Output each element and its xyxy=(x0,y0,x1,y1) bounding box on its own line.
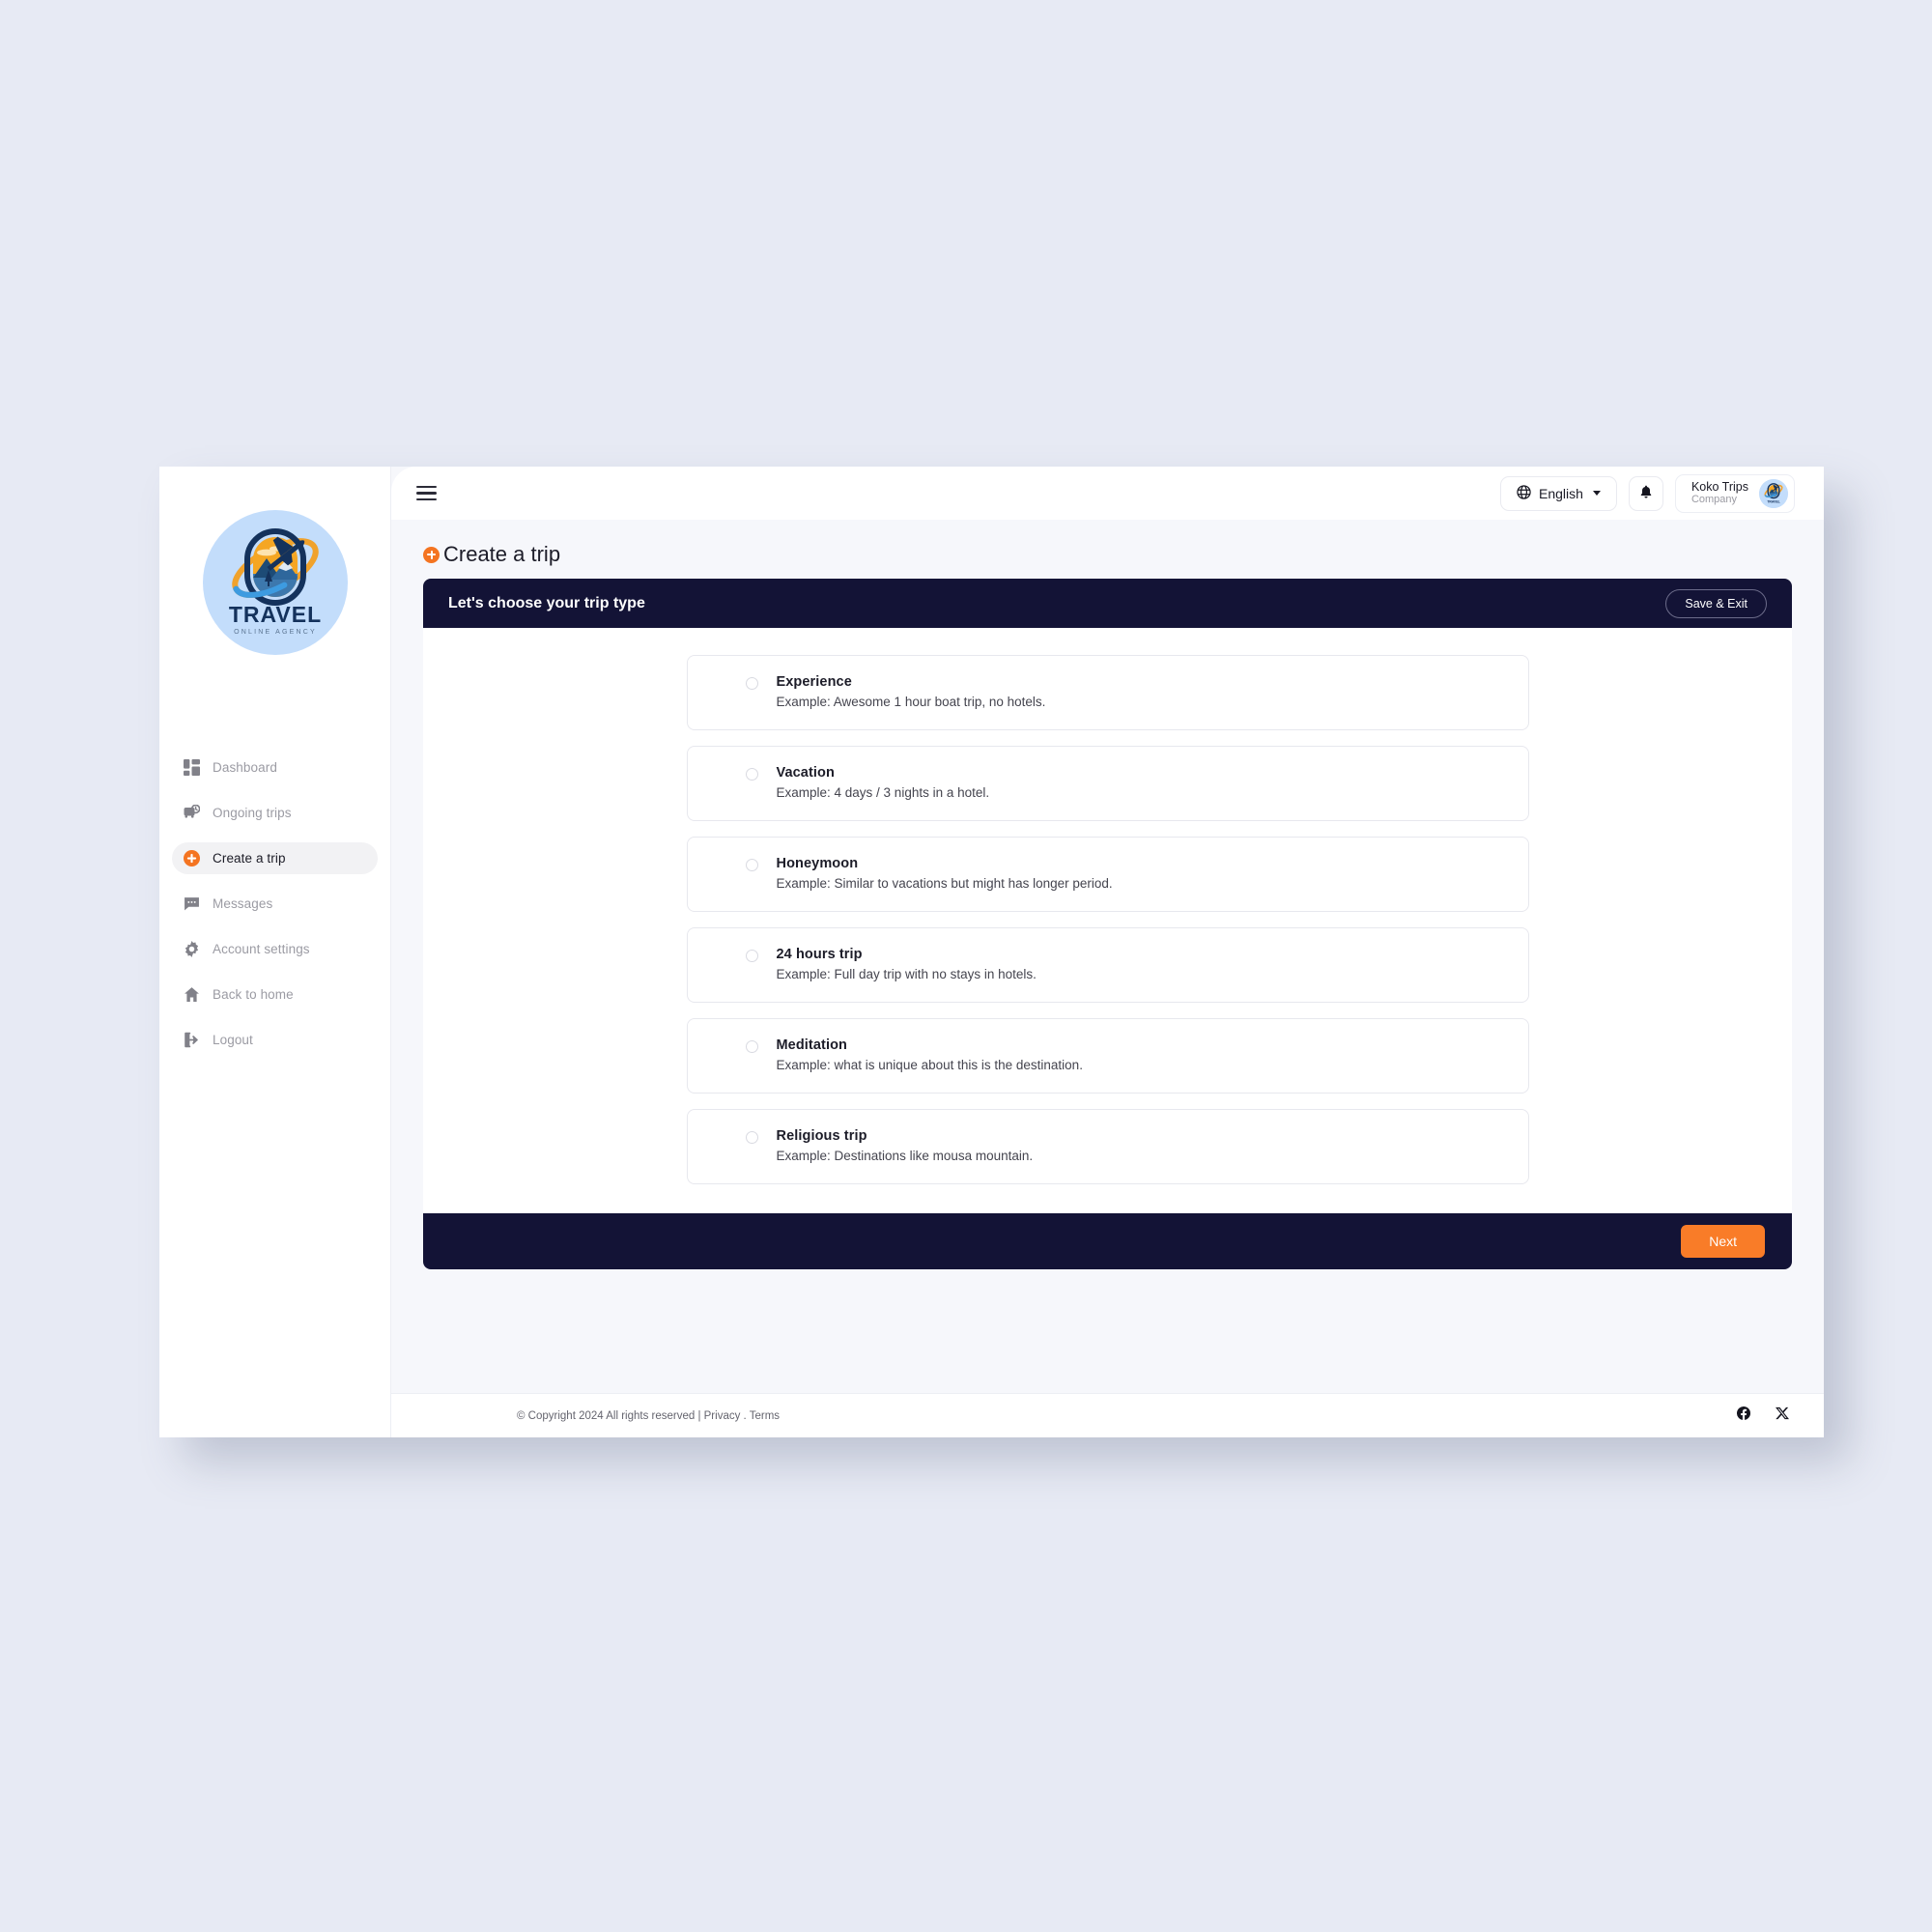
bell-icon xyxy=(1639,485,1653,501)
sidebar-item-back-to-home[interactable]: Back to home xyxy=(172,979,378,1010)
hamburger-icon[interactable] xyxy=(416,485,437,501)
option-description: Example: Full day trip with no stays in … xyxy=(776,967,1037,981)
message-icon xyxy=(184,895,200,912)
facebook-icon[interactable] xyxy=(1737,1406,1750,1425)
copyright-text: © Copyright 2024 All rights reserved | P… xyxy=(517,1409,781,1422)
sidebar-logo: TRAVEL ONLINE AGENCY xyxy=(202,510,348,655)
profile-name: Koko Trips xyxy=(1690,479,1748,494)
svg-text:TRAVEL: TRAVEL xyxy=(1767,499,1779,503)
trip-type-option-24-hours-trip[interactable]: 24 hours trip Example: Full day trip wit… xyxy=(686,927,1529,1003)
company-logo-avatar-icon: TRAVEL xyxy=(1759,478,1788,508)
next-button[interactable]: Next xyxy=(1681,1225,1765,1258)
wizard-footer: Next xyxy=(423,1213,1792,1269)
option-description: Example: Awesome 1 hour boat trip, no ho… xyxy=(776,695,1046,709)
main-content: English Koko Trips Company TRAVEL Create… xyxy=(391,467,1824,1437)
plus-circle-icon xyxy=(184,850,200,867)
sidebar-nav: Dashboard Ongoing trips Create a trip Me… xyxy=(159,752,390,1056)
trip-type-option-honeymoon[interactable]: Honeymoon Example: Similar to vacations … xyxy=(686,837,1529,912)
sidebar-item-label: Messages xyxy=(213,896,273,911)
trip-type-option-experience[interactable]: Experience Example: Awesome 1 hour boat … xyxy=(686,655,1529,730)
avatar: TRAVEL xyxy=(1759,478,1788,508)
sidebar-item-messages[interactable]: Messages xyxy=(172,888,378,920)
profile-role: Company xyxy=(1690,494,1738,506)
option-title: Experience xyxy=(776,674,852,690)
gear-icon xyxy=(184,941,200,957)
svg-text:ONLINE AGENCY: ONLINE AGENCY xyxy=(234,629,317,636)
option-title: Honeymoon xyxy=(776,856,859,871)
sidebar-item-logout[interactable]: Logout xyxy=(172,1024,378,1056)
radio-button[interactable] xyxy=(745,677,758,690)
sidebar-item-ongoing-trips[interactable]: Ongoing trips xyxy=(172,797,378,829)
sidebar-item-label: Account settings xyxy=(213,942,310,956)
svg-text:TRAVEL: TRAVEL xyxy=(228,602,321,627)
trip-type-options-list: Experience Example: Awesome 1 hour boat … xyxy=(423,628,1792,1213)
option-title: Meditation xyxy=(776,1037,847,1053)
x-twitter-icon[interactable] xyxy=(1776,1406,1789,1425)
sidebar-item-label: Create a trip xyxy=(213,851,286,866)
page-footer: © Copyright 2024 All rights reserved | P… xyxy=(391,1393,1824,1437)
trip-type-option-religious-trip[interactable]: Religious trip Example: Destinations lik… xyxy=(686,1109,1529,1184)
page-title-text: Create a trip xyxy=(443,542,561,566)
sidebar-item-create-a-trip[interactable]: Create a trip xyxy=(172,842,378,874)
logout-icon xyxy=(184,1032,200,1048)
sidebar-item-label: Logout xyxy=(213,1033,253,1047)
option-text: Religious trip Example: Destinations lik… xyxy=(777,1128,1034,1165)
option-text: Vacation Example: 4 days / 3 nights in a… xyxy=(777,765,990,802)
trip-type-wizard-card: Let's choose your trip type Save & Exit … xyxy=(423,579,1792,1269)
social-links xyxy=(1737,1406,1789,1425)
topbar: English Koko Trips Company TRAVEL xyxy=(391,467,1824,520)
option-title: Religious trip xyxy=(776,1128,867,1144)
option-text: Meditation Example: what is unique about… xyxy=(777,1037,1083,1074)
topbar-actions: English Koko Trips Company TRAVEL xyxy=(1500,473,1795,513)
globe-icon xyxy=(1517,484,1531,502)
radio-button[interactable] xyxy=(745,768,758,781)
option-text: 24 hours trip Example: Full day trip wit… xyxy=(777,947,1037,983)
sidebar-item-label: Ongoing trips xyxy=(213,806,292,820)
ongoing-trips-icon xyxy=(184,805,200,821)
option-description: Example: Destinations like mousa mountai… xyxy=(776,1149,1034,1163)
trip-type-option-meditation[interactable]: Meditation Example: what is unique about… xyxy=(686,1018,1529,1094)
option-description: Example: what is unique about this is th… xyxy=(776,1058,1083,1072)
sidebar: TRAVEL ONLINE AGENCY Dashboard Ongoing t… xyxy=(159,467,391,1437)
sidebar-item-account-settings[interactable]: Account settings xyxy=(172,933,378,965)
chevron-down-icon xyxy=(1592,491,1601,496)
sidebar-item-label: Back to home xyxy=(213,987,294,1002)
option-title: Vacation xyxy=(776,765,835,781)
dashboard-icon xyxy=(184,759,200,776)
radio-button[interactable] xyxy=(745,859,758,871)
option-description: Example: 4 days / 3 nights in a hotel. xyxy=(776,785,990,800)
wizard-header-title: Let's choose your trip type xyxy=(448,594,645,611)
home-icon xyxy=(184,986,200,1003)
wizard-header: Let's choose your trip type Save & Exit xyxy=(423,579,1792,628)
app-window: TRAVEL ONLINE AGENCY Dashboard Ongoing t… xyxy=(159,467,1824,1437)
plus-circle-icon xyxy=(423,546,440,563)
travel-globe-plane-logo-icon: TRAVEL ONLINE AGENCY xyxy=(228,528,321,636)
page-title: Create a trip xyxy=(423,542,1824,567)
option-title: 24 hours trip xyxy=(776,947,863,962)
option-text: Experience Example: Awesome 1 hour boat … xyxy=(777,674,1046,711)
save-and-exit-button[interactable]: Save & Exit xyxy=(1665,588,1767,618)
radio-button[interactable] xyxy=(745,950,758,962)
sidebar-item-label: Dashboard xyxy=(213,760,277,775)
profile-chip[interactable]: Koko Trips Company TRAVEL xyxy=(1674,473,1795,513)
notifications-button[interactable] xyxy=(1628,475,1663,511)
option-text: Honeymoon Example: Similar to vacations … xyxy=(777,856,1113,893)
radio-button[interactable] xyxy=(745,1040,758,1053)
language-selector[interactable]: English xyxy=(1500,475,1617,511)
trip-type-option-vacation[interactable]: Vacation Example: 4 days / 3 nights in a… xyxy=(686,746,1529,821)
sidebar-item-dashboard[interactable]: Dashboard xyxy=(172,752,378,783)
language-label: English xyxy=(1539,485,1583,501)
radio-button[interactable] xyxy=(745,1131,758,1144)
option-description: Example: Similar to vacations but might … xyxy=(776,876,1113,891)
profile-text: Koko Trips Company xyxy=(1691,480,1748,506)
